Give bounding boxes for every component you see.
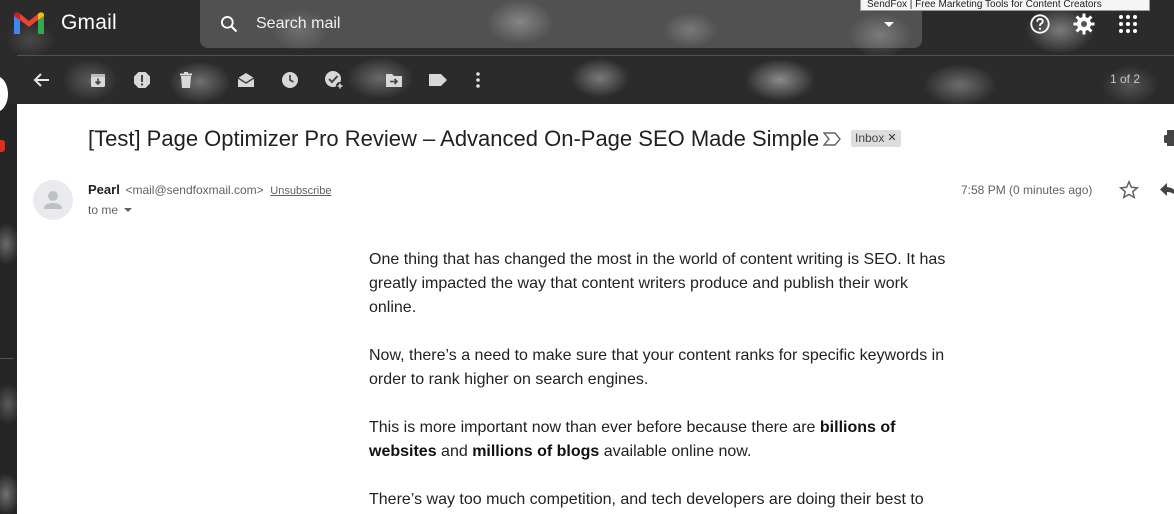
body-paragraph: Now, there’s a need to make sure that yo…	[369, 347, 945, 388]
star-icon[interactable]	[1119, 180, 1139, 200]
archive-icon[interactable]	[87, 69, 109, 91]
sender-line: Pearl <mail@sendfoxmail.com> Unsubscribe	[88, 182, 331, 197]
move-to-icon[interactable]	[383, 69, 405, 91]
body-paragraph: There’s way too much competition, and te…	[369, 491, 924, 508]
body-bold-text: millions of blogs	[472, 443, 600, 460]
left-sidebar-background	[0, 104, 17, 514]
chevron-down-icon[interactable]	[124, 208, 133, 212]
body-text: This is more important now than ever bef…	[369, 419, 820, 436]
sender-avatar[interactable]	[33, 180, 73, 220]
back-arrow-icon[interactable]	[31, 69, 53, 91]
delete-icon[interactable]	[175, 69, 197, 91]
reply-icon[interactable]	[1159, 181, 1174, 199]
email-body: One thing that has changed the most in t…	[369, 248, 949, 514]
mark-unread-icon[interactable]	[235, 69, 257, 91]
report-spam-icon[interactable]	[131, 69, 153, 91]
add-to-tasks-icon[interactable]	[323, 69, 345, 91]
inbox-label-text: Inbox	[855, 131, 885, 145]
recipient-text: to me	[88, 203, 119, 217]
gmail-m-icon	[14, 12, 44, 34]
importance-marker-icon[interactable]	[823, 132, 841, 146]
toolbar-divider	[17, 55, 1174, 56]
gmail-wordmark: Gmail	[61, 11, 117, 34]
body-paragraph: One thing that has changed the most in t…	[369, 251, 946, 316]
settings-gear-icon[interactable]	[1072, 12, 1096, 36]
email-subject: [Test] Page Optimizer Pro Review – Advan…	[88, 126, 820, 151]
sidebar-divider	[0, 358, 14, 359]
person-icon	[44, 191, 62, 209]
recipient-details-toggle[interactable]: to me	[88, 203, 133, 217]
search-options-chevron-down-icon[interactable]	[884, 22, 894, 27]
search-icon[interactable]	[219, 14, 239, 34]
print-icon[interactable]	[1164, 128, 1174, 148]
labels-icon[interactable]	[427, 69, 449, 91]
unread-indicator	[0, 140, 5, 152]
body-text: available online now.	[599, 443, 752, 460]
email-timestamp: 7:58 PM (0 minutes ago)	[961, 183, 1093, 197]
snooze-icon[interactable]	[279, 69, 301, 91]
body-paragraph: This is more important now than ever bef…	[369, 416, 949, 464]
gmail-logo[interactable]: Gmail	[12, 10, 117, 36]
remove-label-close-icon[interactable]: ✕	[887, 130, 896, 147]
apps-grid-icon[interactable]	[1116, 12, 1140, 36]
sender-email: <mail@sendfoxmail.com>	[125, 183, 264, 197]
body-text: and	[436, 443, 473, 460]
email-view: [Test] Page Optimizer Pro Review – Advan…	[17, 104, 1174, 514]
unsubscribe-link[interactable]: Unsubscribe	[270, 185, 331, 197]
help-icon[interactable]	[1028, 12, 1052, 36]
inbox-label-chip: Inbox ✕	[851, 130, 901, 147]
pagination-count: 1 of 2	[1110, 72, 1141, 86]
browser-tooltip: SendFox | Free Marketing Tools for Conte…	[860, 0, 1150, 11]
sender-name[interactable]: Pearl	[88, 182, 120, 197]
more-vert-icon[interactable]	[467, 69, 489, 91]
search-bar[interactable]	[200, 0, 922, 48]
search-input[interactable]	[256, 12, 856, 36]
